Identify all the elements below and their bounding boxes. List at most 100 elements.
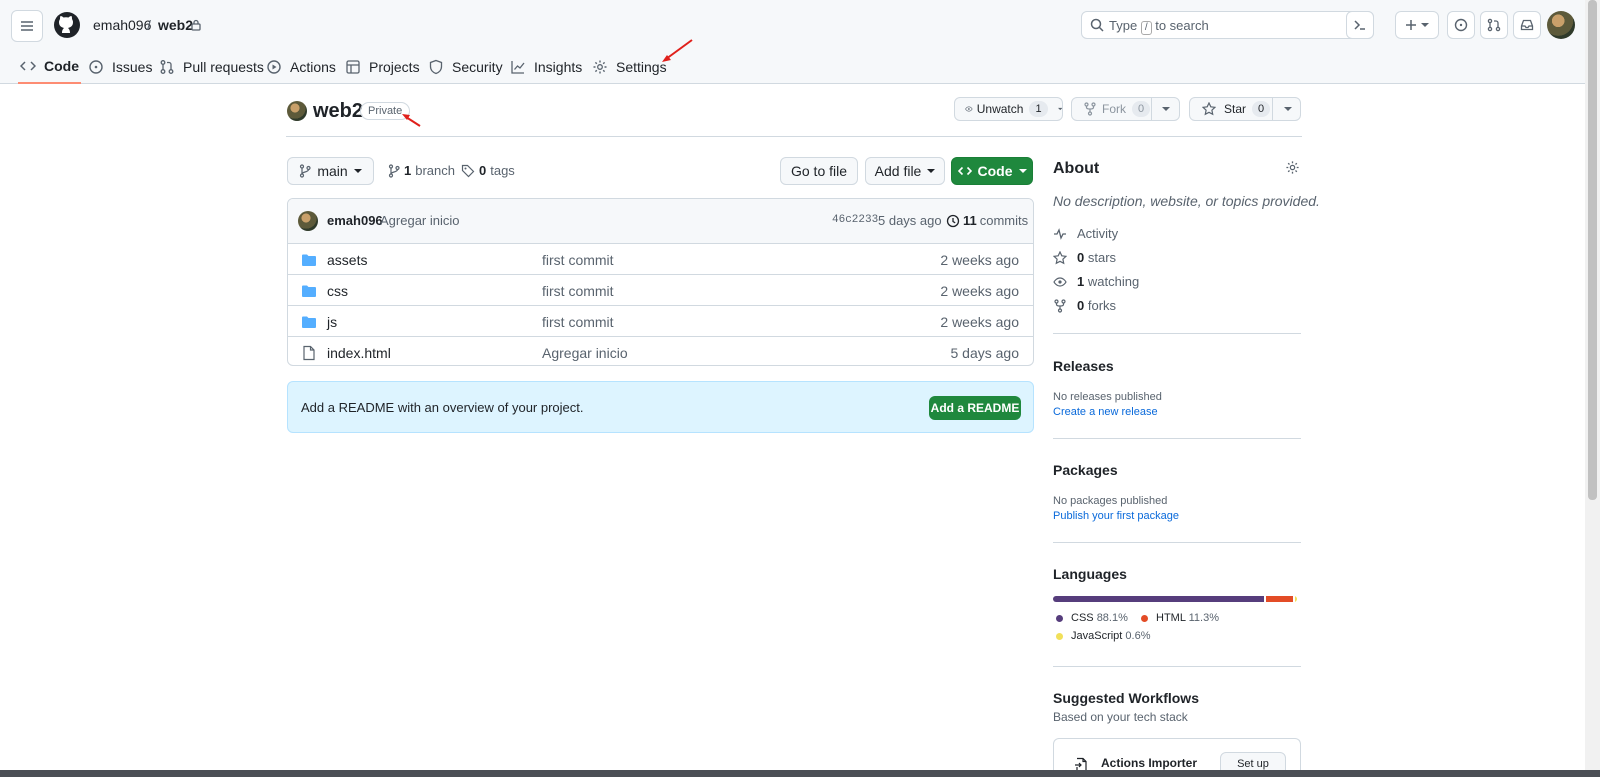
activity-link[interactable]: Activity: [1053, 226, 1118, 241]
caret-down-icon: [1162, 107, 1170, 111]
publish-package-link[interactable]: Publish your first package: [1053, 510, 1179, 522]
workflow-name: Actions Importer: [1101, 756, 1198, 770]
folder-icon: [302, 316, 316, 328]
readme-banner: Add a README with an overview of your pr…: [287, 381, 1034, 433]
fork-button[interactable]: Fork 0: [1071, 97, 1180, 121]
language-item-javascript[interactable]: JavaScript 0.6%: [1056, 630, 1151, 642]
commit-count: 11: [963, 213, 977, 228]
user-avatar[interactable]: [1547, 11, 1575, 39]
file-name[interactable]: css: [327, 283, 348, 299]
pull-requests-button[interactable]: [1480, 11, 1508, 39]
file-commit-message[interactable]: Agregar inicio: [542, 345, 628, 361]
fork-label: Fork: [1102, 102, 1126, 116]
packages-title[interactable]: Packages: [1053, 462, 1118, 478]
file-row[interactable]: js first commit 2 weeks ago: [288, 306, 1033, 337]
language-bar-segment: [1265, 596, 1293, 602]
releases-empty: No releases published: [1053, 391, 1162, 403]
star-button[interactable]: Star 0: [1189, 97, 1301, 121]
code-button[interactable]: Code: [951, 157, 1033, 185]
search-suffix: to search: [1155, 18, 1209, 33]
tags-link[interactable]: 0 tags: [461, 163, 515, 178]
star-label: Star: [1224, 102, 1247, 116]
file-commit-message[interactable]: first commit: [542, 283, 614, 299]
owner-avatar: [287, 101, 307, 121]
repo-name[interactable]: web2: [313, 100, 363, 123]
tab-settings[interactable]: Settings: [592, 50, 667, 84]
breadcrumb-repo[interactable]: web2: [158, 17, 193, 33]
play-icon: [267, 60, 281, 74]
file-commit-message[interactable]: first commit: [542, 314, 614, 330]
create-release-link[interactable]: Create a new release: [1053, 406, 1158, 418]
commit-sha[interactable]: 46c2233: [832, 214, 878, 226]
star-icon: [1053, 250, 1067, 264]
tab-insights[interactable]: Insights: [510, 50, 582, 84]
stars-link[interactable]: 0 stars: [1053, 250, 1116, 265]
language-item-html[interactable]: HTML 11.3%: [1141, 612, 1219, 624]
tab-label: Settings: [616, 59, 667, 75]
unwatch-label: Unwatch: [976, 102, 1024, 116]
releases-title[interactable]: Releases: [1053, 358, 1114, 374]
tab-code[interactable]: Code: [18, 50, 81, 84]
language-item-css[interactable]: CSS 88.1%: [1056, 612, 1128, 624]
go-to-file-button[interactable]: Go to file: [780, 157, 858, 185]
graph-icon: [511, 61, 525, 74]
readme-text: Add a README with an overview of your pr…: [301, 400, 584, 415]
tab-security[interactable]: Security: [428, 50, 503, 84]
caret-down-icon: [927, 169, 936, 173]
file-row[interactable]: index.html Agregar inicio 5 days ago: [288, 337, 1033, 365]
create-new-button[interactable]: [1395, 11, 1439, 39]
tab-actions[interactable]: Actions: [266, 50, 336, 84]
lock-icon: [191, 19, 201, 31]
commit-message[interactable]: Agregar inicio: [380, 213, 460, 228]
unwatch-button[interactable]: Unwatch 1: [954, 97, 1063, 121]
search-shortcut: /: [1140, 21, 1152, 35]
pulse-icon: [1054, 227, 1066, 240]
tab-label: Code: [44, 58, 79, 74]
tab-label: Insights: [534, 59, 583, 75]
file-name[interactable]: assets: [327, 252, 367, 268]
file-commit-message[interactable]: first commit: [542, 252, 614, 268]
issues-button[interactable]: [1447, 11, 1475, 39]
search-input[interactable]: Type / to search: [1081, 11, 1374, 39]
divider: [1053, 438, 1301, 439]
tab-pull-requests[interactable]: Pull requests: [159, 50, 264, 84]
commit-author[interactable]: emah096: [327, 213, 383, 228]
workflows-subtitle: Based on your tech stack: [1053, 710, 1188, 724]
author-avatar[interactable]: [298, 211, 318, 231]
command-palette-button[interactable]: [1346, 11, 1374, 39]
shield-icon: [429, 59, 443, 75]
language-percent: 0.6%: [1125, 630, 1151, 642]
add-readme-button[interactable]: Add a README: [929, 396, 1021, 420]
add-file-button[interactable]: Add file: [865, 157, 945, 185]
code-icon: [20, 61, 36, 71]
commits-link[interactable]: 11 commits: [946, 213, 1028, 228]
branch-selector[interactable]: main: [287, 157, 374, 185]
scrollbar-thumb[interactable]: [1588, 0, 1597, 500]
about-title: About: [1053, 160, 1100, 177]
divider: [1053, 666, 1301, 667]
tab-issues[interactable]: Issues: [88, 50, 152, 84]
tab-label: Pull requests: [183, 59, 264, 75]
inbox-button[interactable]: [1513, 11, 1541, 39]
file-row[interactable]: assets first commit 2 weeks ago: [288, 244, 1033, 275]
forks-link[interactable]: 0 forks: [1053, 298, 1116, 313]
pull-request-icon: [1487, 18, 1501, 32]
forks-label: forks: [1087, 298, 1117, 313]
github-logo[interactable]: [53, 11, 81, 39]
watchers-link[interactable]: 1 watching: [1053, 274, 1139, 289]
gear-icon[interactable]: [1285, 160, 1300, 175]
branches-link[interactable]: 1 branch: [388, 163, 455, 178]
file-row[interactable]: css first commit 2 weeks ago: [288, 275, 1033, 306]
go-to-file-label: Go to file: [790, 163, 848, 179]
watch-count: 1: [1029, 101, 1048, 117]
history-icon: [946, 214, 960, 227]
file-name[interactable]: index.html: [327, 345, 391, 361]
caret-down-icon: [1284, 107, 1292, 111]
file-name[interactable]: js: [327, 314, 337, 330]
divider: [1053, 542, 1301, 543]
repo-title-bar: web2 Private Unwatch 1 Fork 0 Star 0: [286, 97, 1302, 137]
tab-projects[interactable]: Projects: [345, 50, 420, 84]
star-icon: [1202, 102, 1216, 116]
breadcrumb-owner[interactable]: emah096: [93, 17, 151, 33]
menu-button[interactable]: [11, 10, 43, 42]
